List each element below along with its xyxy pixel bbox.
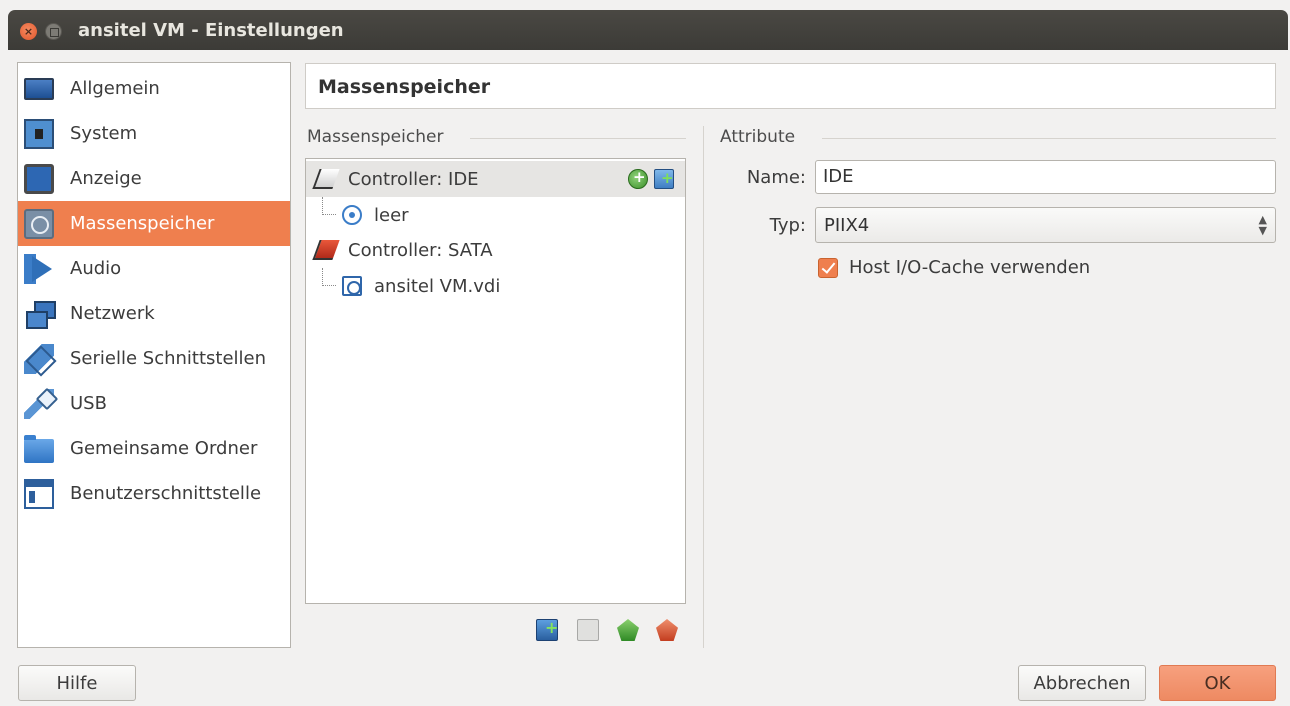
- system-chip-icon: [24, 118, 54, 149]
- settings-category-list[interactable]: Allgemein System Anzeige Massenspeicher …: [17, 62, 291, 648]
- name-label: Name:: [746, 167, 806, 188]
- ide-controller-icon: [312, 169, 340, 189]
- sidebar-item-allgemein[interactable]: Allgemein: [18, 66, 290, 111]
- optical-disc-icon: [342, 205, 362, 225]
- sidebar-item-label: Audio: [70, 258, 122, 279]
- sidebar-item-label: Massenspeicher: [70, 213, 215, 234]
- storage-tree[interactable]: Controller: IDE leer Controller: SATA an…: [305, 158, 686, 604]
- sidebar-item-massenspeicher[interactable]: Massenspeicher: [18, 201, 290, 246]
- spinner-arrows-icon: ▲ ▼: [1258, 213, 1267, 237]
- sidebar-item-label: Gemeinsame Ordner: [70, 438, 258, 459]
- cancel-button[interactable]: Abbrechen: [1018, 665, 1146, 701]
- tree-item-label: leer: [374, 204, 409, 226]
- display-icon: [24, 163, 54, 194]
- storage-icon: [24, 208, 54, 239]
- window-title: ansitel VM - Einstellungen: [78, 20, 344, 41]
- page-title: Massenspeicher: [318, 76, 491, 98]
- audio-icon: [24, 253, 54, 284]
- sidebar-item-label: USB: [70, 393, 107, 414]
- network-icon: [24, 299, 56, 329]
- tree-item-label: Controller: SATA: [348, 239, 493, 261]
- usb-icon: [24, 388, 54, 419]
- general-icon: [24, 77, 54, 100]
- name-field[interactable]: IDE: [815, 160, 1276, 194]
- type-label: Typ:: [769, 215, 806, 236]
- remove-controller-icon[interactable]: [656, 619, 678, 641]
- add-attachment-icon[interactable]: [536, 618, 558, 641]
- add-optical-drive-icon[interactable]: [628, 168, 648, 189]
- tree-item-optical-drive[interactable]: leer: [306, 197, 685, 233]
- remove-attachment-icon[interactable]: [577, 619, 599, 641]
- sidebar-item-label: Serielle Schnittstellen: [70, 348, 267, 369]
- hard-disk-icon: [342, 276, 362, 296]
- sidebar-item-netzwerk[interactable]: Netzwerk: [18, 291, 290, 336]
- sidebar-item-serielle-schnittstellen[interactable]: Serielle Schnittstellen: [18, 336, 290, 381]
- add-controller-icon[interactable]: [617, 619, 639, 641]
- group-divider: [822, 138, 1276, 139]
- attributes-group-title: Attribute: [720, 127, 796, 147]
- sidebar-item-benutzerschnittstelle[interactable]: Benutzerschnittstelle: [18, 471, 290, 516]
- user-interface-icon: [24, 478, 54, 509]
- ok-button[interactable]: OK: [1159, 665, 1276, 701]
- tree-item-label: Controller: IDE: [348, 168, 479, 190]
- close-icon[interactable]: ×: [20, 23, 37, 40]
- sidebar-item-usb[interactable]: USB: [18, 381, 290, 426]
- tree-item-controller-sata[interactable]: Controller: SATA: [306, 232, 685, 268]
- sata-controller-icon: [312, 240, 340, 260]
- sidebar-item-system[interactable]: System: [18, 111, 290, 156]
- tree-item-hard-disk[interactable]: ansitel VM.vdi: [306, 268, 685, 304]
- sidebar-item-audio[interactable]: Audio: [18, 246, 290, 291]
- shared-folder-icon: [24, 434, 54, 463]
- tree-item-controller-ide[interactable]: Controller: IDE: [306, 161, 685, 197]
- panel-separator: [703, 126, 704, 648]
- sidebar-item-label: System: [70, 123, 138, 144]
- help-button[interactable]: Hilfe: [18, 665, 136, 701]
- add-hard-disk-icon[interactable]: [654, 169, 674, 189]
- tree-item-label: ansitel VM.vdi: [374, 275, 501, 297]
- storage-group-title: Massenspeicher: [307, 127, 444, 147]
- sidebar-item-label: Anzeige: [70, 168, 142, 189]
- sidebar-item-label: Netzwerk: [70, 303, 155, 324]
- serial-port-icon: [24, 343, 54, 374]
- page-header: Massenspeicher: [305, 63, 1276, 109]
- window-titlebar[interactable]: × ansitel VM - Einstellungen: [8, 10, 1288, 50]
- type-select[interactable]: PIIX4 ▲ ▼: [815, 207, 1276, 243]
- sidebar-item-label: Benutzerschnittstelle: [70, 483, 262, 504]
- sidebar-item-gemeinsame-ordner[interactable]: Gemeinsame Ordner: [18, 426, 290, 471]
- sidebar-item-anzeige[interactable]: Anzeige: [18, 156, 290, 201]
- group-divider: [470, 138, 686, 139]
- host-io-cache-label: Host I/O-Cache verwenden: [849, 257, 1091, 278]
- host-io-cache-checkbox[interactable]: [818, 258, 838, 278]
- type-select-value: PIIX4: [824, 215, 870, 236]
- maximize-icon[interactable]: [45, 23, 62, 40]
- sidebar-item-label: Allgemein: [70, 78, 160, 99]
